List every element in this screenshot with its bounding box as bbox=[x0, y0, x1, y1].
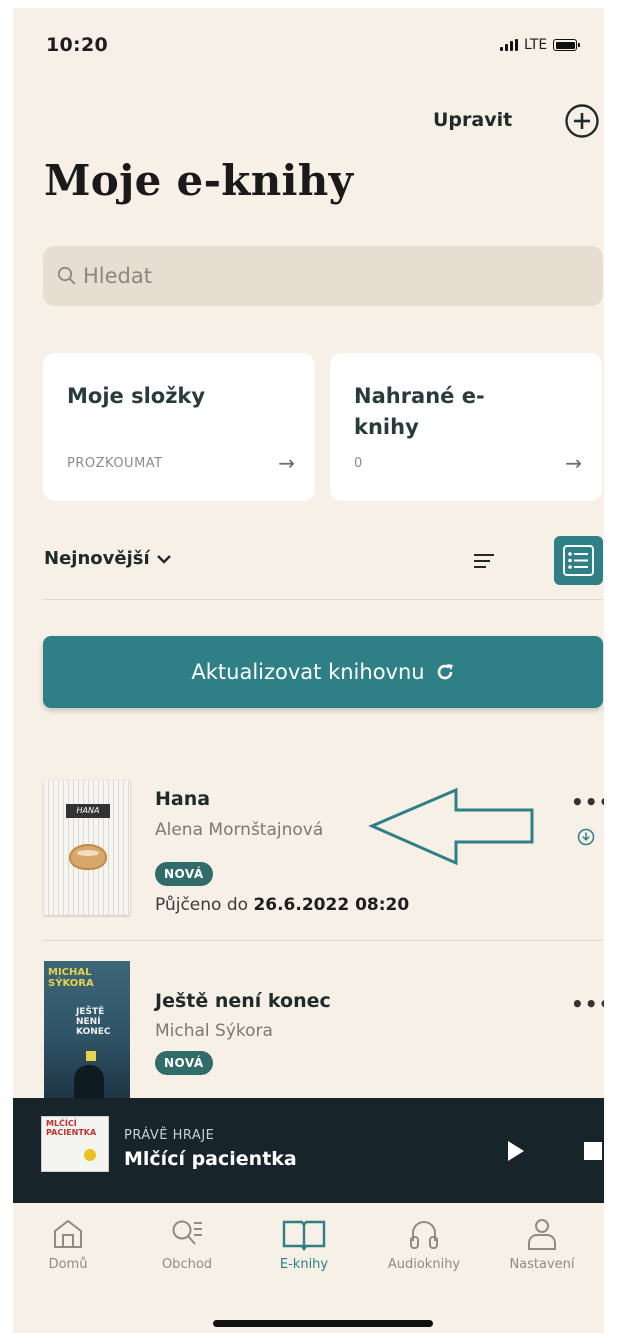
tab-label: Audioknihy bbox=[387, 1257, 461, 1272]
loan-date: 26.6.2022 08:20 bbox=[253, 895, 410, 915]
tab-label: Obchod bbox=[161, 1257, 213, 1272]
now-playing-cover: MLČÍCÍ PACIENTKA bbox=[41, 1116, 109, 1172]
open-book-icon bbox=[282, 1220, 326, 1251]
card-title: Nahrané e-knihy bbox=[354, 384, 485, 439]
search-input[interactable]: Hledat bbox=[43, 246, 603, 306]
search-placeholder: Hledat bbox=[83, 264, 152, 288]
card-subtitle: PROZKOUMAT bbox=[67, 456, 163, 471]
tab-bar: Domů Obchod E-knihy Audioknihy Nastavení bbox=[13, 1203, 604, 1333]
book-title[interactable]: Hana bbox=[155, 788, 210, 810]
compact-view-icon[interactable] bbox=[473, 553, 495, 569]
play-icon[interactable] bbox=[508, 1141, 524, 1161]
tab-ebooks[interactable]: E-knihy bbox=[249, 1217, 359, 1272]
status-time: 10:20 bbox=[46, 34, 108, 56]
download-icon[interactable] bbox=[577, 828, 595, 846]
sort-dropdown[interactable]: Nejnovější bbox=[44, 548, 172, 569]
book-cover[interactable]: MICHAL SÝKORA JEŠTĚ NENÍ KONEC bbox=[44, 961, 130, 1101]
now-playing-label: PRÁVĚ HRAJE bbox=[124, 1128, 215, 1143]
tab-store[interactable]: Obchod bbox=[132, 1217, 242, 1272]
divider bbox=[43, 940, 603, 941]
now-playing-bar[interactable]: MLČÍCÍ PACIENTKA PRÁVĚ HRAJE Mlčící paci… bbox=[13, 1098, 604, 1203]
page-title: Moje e-knihy bbox=[44, 156, 354, 205]
plus-circle-icon[interactable] bbox=[564, 103, 600, 139]
now-playing-title: Mlčící pacientka bbox=[124, 1148, 297, 1170]
loan-info: Půjčeno do 26.6.2022 08:20 bbox=[155, 895, 409, 915]
cover-illustration bbox=[84, 1149, 96, 1161]
refresh-icon bbox=[437, 664, 453, 680]
refresh-label: Aktualizovat knihovnu bbox=[191, 660, 425, 684]
tab-label: Domů bbox=[48, 1257, 88, 1272]
card-subtitle: 0 bbox=[354, 456, 363, 471]
headphones-icon bbox=[410, 1221, 438, 1249]
more-options-button[interactable]: ••• bbox=[571, 992, 604, 1016]
sort-label: Nejnovější bbox=[44, 548, 150, 569]
book-author: Alena Mornštajnová bbox=[155, 820, 324, 840]
home-indicator[interactable] bbox=[213, 1320, 433, 1327]
cover-title: JEŠTĚ NENÍ KONEC bbox=[76, 1007, 111, 1037]
cover-illustration bbox=[86, 1051, 96, 1061]
status-badge: NOVÁ bbox=[155, 1051, 213, 1075]
network-label: LTE bbox=[524, 37, 548, 53]
refresh-library-button[interactable]: Aktualizovat knihovnu bbox=[43, 636, 603, 708]
battery-icon bbox=[553, 39, 581, 51]
tab-audiobooks[interactable]: Audioknihy bbox=[369, 1217, 479, 1272]
list-view-button[interactable] bbox=[554, 536, 603, 585]
home-icon bbox=[54, 1219, 82, 1248]
cover-author: MICHAL SÝKORA bbox=[48, 967, 94, 989]
arrow-right-icon: → bbox=[278, 451, 295, 475]
book-title[interactable]: Ještě není konec bbox=[155, 990, 331, 1012]
uploaded-ebooks-card[interactable]: Nahrané e-knihy 0 → bbox=[330, 353, 602, 501]
more-options-button[interactable]: ••• bbox=[571, 790, 604, 814]
tab-label: E-knihy bbox=[279, 1257, 329, 1272]
stop-icon[interactable] bbox=[584, 1142, 602, 1160]
signal-icon bbox=[500, 39, 518, 51]
edit-button[interactable]: Upravit bbox=[433, 109, 512, 131]
store-search-icon bbox=[172, 1220, 202, 1245]
tab-home[interactable]: Domů bbox=[13, 1217, 123, 1272]
app-screen: 10:20 LTE Upravit Moje e-knihy Hledat Mo… bbox=[13, 8, 604, 1333]
status-indicators: LTE bbox=[500, 37, 581, 53]
annotation-arrow-icon bbox=[368, 788, 534, 866]
tab-settings[interactable]: Nastavení bbox=[487, 1217, 597, 1272]
chevron-down-icon bbox=[156, 554, 171, 564]
my-folders-card[interactable]: Moje složky PROZKOUMAT → bbox=[43, 353, 315, 501]
book-author: Michal Sýkora bbox=[155, 1021, 273, 1041]
status-badge: NOVÁ bbox=[155, 862, 213, 886]
loan-prefix: Půjčeno do bbox=[155, 895, 249, 915]
cover-illustration bbox=[69, 844, 107, 870]
user-icon bbox=[528, 1219, 556, 1250]
list-icon bbox=[563, 545, 594, 576]
cover-title: HANA bbox=[66, 804, 110, 818]
tab-label: Nastavení bbox=[509, 1257, 575, 1272]
arrow-right-icon: → bbox=[565, 451, 582, 475]
cover-figure bbox=[74, 1065, 104, 1101]
cover-title: MLČÍCÍ PACIENTKA bbox=[46, 1119, 97, 1137]
search-icon bbox=[57, 266, 76, 285]
card-title: Moje složky bbox=[67, 384, 206, 408]
divider bbox=[43, 599, 603, 600]
book-cover[interactable]: HANA bbox=[44, 780, 130, 915]
